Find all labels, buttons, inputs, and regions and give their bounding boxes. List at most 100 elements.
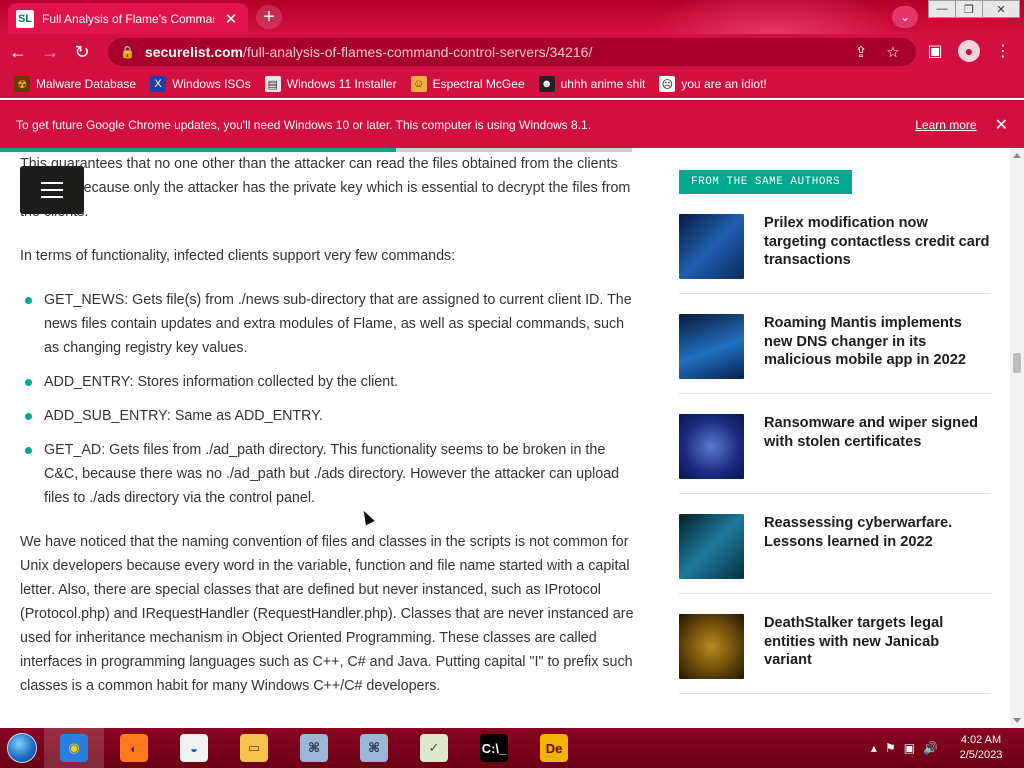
related-article-card[interactable]: Ransomware and wiper signed with stolen … [679, 394, 991, 494]
article-thumbnail[interactable] [679, 414, 744, 479]
taskbar-app-chrome[interactable]: ◉ [44, 728, 104, 768]
bullet-icon [25, 447, 32, 454]
bullet-icon [25, 379, 32, 386]
network-icon[interactable]: ▣ [904, 741, 915, 755]
tab-close-icon[interactable]: ✕ [222, 10, 240, 28]
command-text: GET_NEWS: Gets file(s) from ./news sub-d… [44, 292, 632, 356]
url-path: /full-analysis-of-flames-command-control… [243, 44, 593, 60]
side-panel-icon[interactable]: ▣ [922, 38, 948, 64]
window-close-button[interactable]: ✕ [982, 0, 1020, 18]
scroll-down-icon[interactable] [1013, 718, 1021, 723]
bookmark-item[interactable]: ▤ Windows 11 Installer [264, 76, 397, 92]
paragraph: In terms of functionality, infected clie… [20, 248, 456, 264]
hamburger-line [41, 196, 63, 198]
taskbar-app-command-prompt[interactable]: C:\_ [464, 728, 524, 768]
firefox-icon: ◐ [120, 734, 148, 762]
bookmark-item[interactable]: ☢ Malware Database [14, 76, 136, 92]
command-list: GET_NEWS: Gets file(s) from ./news sub-d… [20, 288, 635, 510]
related-article-card[interactable]: Roaming Mantis implements new DNS change… [679, 294, 991, 394]
related-article-title[interactable]: Prilex modification now targeting contac… [764, 214, 991, 279]
volume-icon[interactable]: 🔊 [923, 741, 938, 755]
taskbar-app-firefox[interactable]: ◐ [104, 728, 164, 768]
related-article-title[interactable]: Ransomware and wiper signed with stolen … [764, 414, 991, 479]
page-scrollbar[interactable] [1010, 148, 1024, 728]
article-thumbnail[interactable] [679, 514, 744, 579]
list-item: ADD_ENTRY: Stores information collected … [20, 370, 635, 394]
related-article-card[interactable]: Prilex modification now targeting contac… [679, 194, 991, 294]
article-thumbnail[interactable] [679, 614, 744, 679]
bookmark-label: Malware Database [36, 77, 137, 91]
back-button[interactable]: ← [4, 38, 32, 66]
bookmark-label: Windows ISOs [172, 77, 251, 91]
list-item: GET_NEWS: Gets file(s) from ./news sub-d… [20, 288, 635, 360]
article-body: This guarantees that no one other than t… [20, 152, 635, 718]
bookmark-label: you are an idiot! [681, 77, 767, 91]
bullet-icon [25, 297, 32, 304]
learn-more-link[interactable]: Learn more [915, 118, 976, 132]
show-hidden-icons-icon[interactable]: ▴ [871, 741, 877, 755]
bookmark-item[interactable]: X Windows ISOs [150, 76, 251, 92]
minimize-button[interactable]: — [928, 0, 956, 18]
face-icon: ☺ [410, 76, 427, 92]
command-text: GET_AD: Gets files from ./ad_path direct… [44, 442, 620, 506]
related-article-title[interactable]: Roaming Mantis implements new DNS change… [764, 314, 991, 379]
obama-icon: ◒ [180, 734, 208, 762]
scroll-up-icon[interactable] [1013, 153, 1021, 158]
taskbar-clock[interactable]: 4:02 AM 2/5/2023 [946, 733, 1016, 763]
browser-tab[interactable]: SL Full Analysis of Flame's Command ✕ [8, 3, 248, 34]
file-explorer-icon: ▭ [240, 734, 268, 762]
share-icon[interactable]: ⇪ [850, 43, 872, 61]
article-thumbnail[interactable] [679, 214, 744, 279]
system-tray: ▴ ⚑ ▣ 🔊 4:02 AM 2/5/2023 [871, 728, 1024, 768]
profile-avatar-icon[interactable]: ● [958, 40, 980, 62]
bookmark-label: Windows 11 Installer [286, 77, 397, 91]
reload-button[interactable]: ↻ [68, 38, 96, 66]
related-article-title[interactable]: DeathStalker targets legal entities with… [764, 614, 991, 679]
hamburger-line [41, 182, 63, 184]
chrome-icon: ◉ [60, 734, 88, 762]
taskbar-app-task-app[interactable]: ✓ [404, 728, 464, 768]
bookmark-item[interactable]: ☻ uhhh anime shit [538, 76, 645, 92]
tab-title: Full Analysis of Flame's Command [42, 11, 214, 26]
related-article-card[interactable]: DeathStalker targets legal entities with… [679, 594, 991, 694]
start-button[interactable] [0, 728, 44, 768]
bookmark-item[interactable]: ☹ you are an idiot! [659, 76, 767, 92]
network-app-2-icon: ⌘ [360, 734, 388, 762]
taskbar-app-network-app-1[interactable]: ⌘ [284, 728, 344, 768]
bookmark-item[interactable]: ☺ Espectral McGee [410, 76, 525, 92]
command-text: ADD_SUB_ENTRY: Same as ADD_ENTRY. [44, 408, 323, 424]
related-article-title[interactable]: Reassessing cyberwarfare. Lessons learne… [764, 514, 991, 579]
taskbar-app-network-app-2[interactable]: ⌘ [344, 728, 404, 768]
idiot-icon: ☹ [659, 76, 676, 92]
title-bar: SL Full Analysis of Flame's Command ✕ + … [0, 0, 1024, 100]
x-icon: X [150, 76, 167, 92]
new-tab-button[interactable]: + [256, 5, 282, 29]
taskbar-app-de-app[interactable]: De [524, 728, 584, 768]
update-infobar: To get future Google Chrome updates, you… [0, 100, 1024, 148]
hazard-icon: ☢ [14, 76, 30, 92]
address-bar[interactable]: 🔒 securelist.com/full-analysis-of-flames… [108, 38, 916, 66]
bookmarks-bar: ☢ Malware Database X Windows ISOs ▤ Windows 1… [0, 70, 1024, 98]
hamburger-menu-button[interactable] [20, 166, 84, 214]
lock-icon[interactable]: 🔒 [120, 45, 135, 59]
action-center-flag-icon[interactable]: ⚑ [885, 741, 896, 755]
scrollbar-thumb[interactable] [1013, 353, 1021, 373]
related-articles-sidebar: FROM THE SAME AUTHORS Prilex modificatio… [679, 170, 991, 694]
hamburger-line [41, 189, 63, 191]
taskbar-app-file-explorer[interactable]: ▭ [224, 728, 284, 768]
related-article-card[interactable]: Reassessing cyberwarfare. Lessons learne… [679, 494, 991, 594]
bookmark-star-icon[interactable]: ☆ [882, 43, 904, 61]
list-item: GET_AD: Gets files from ./ad_path direct… [20, 438, 635, 510]
browser-menu-icon[interactable]: ⋮ [990, 38, 1016, 64]
maximize-button[interactable]: ❐ [955, 0, 983, 18]
url-text[interactable]: securelist.com/full-analysis-of-flames-c… [145, 44, 840, 60]
command-text: ADD_ENTRY: Stores information collected … [44, 374, 399, 390]
infobar-close-icon[interactable]: ✕ [995, 115, 1008, 135]
forward-button[interactable]: → [36, 38, 64, 66]
article-thumbnail[interactable] [679, 314, 744, 379]
taskbar-app-obama[interactable]: ◒ [164, 728, 224, 768]
paragraph: We have noticed that the naming conventi… [20, 534, 634, 694]
tab-search-button[interactable]: ⌄ [892, 6, 918, 28]
sidebar-heading: FROM THE SAME AUTHORS [679, 170, 853, 194]
command-prompt-icon: C:\_ [480, 734, 508, 762]
